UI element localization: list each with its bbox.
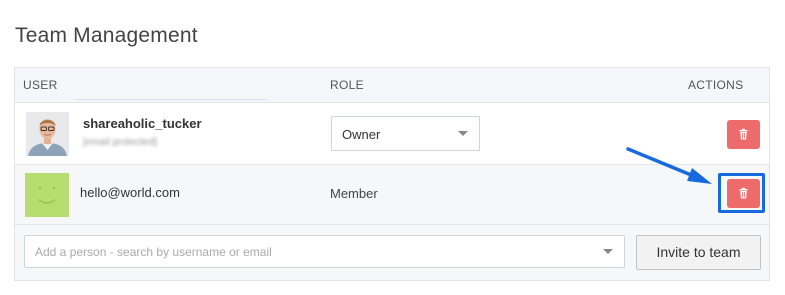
arrow-icon xyxy=(626,147,712,184)
